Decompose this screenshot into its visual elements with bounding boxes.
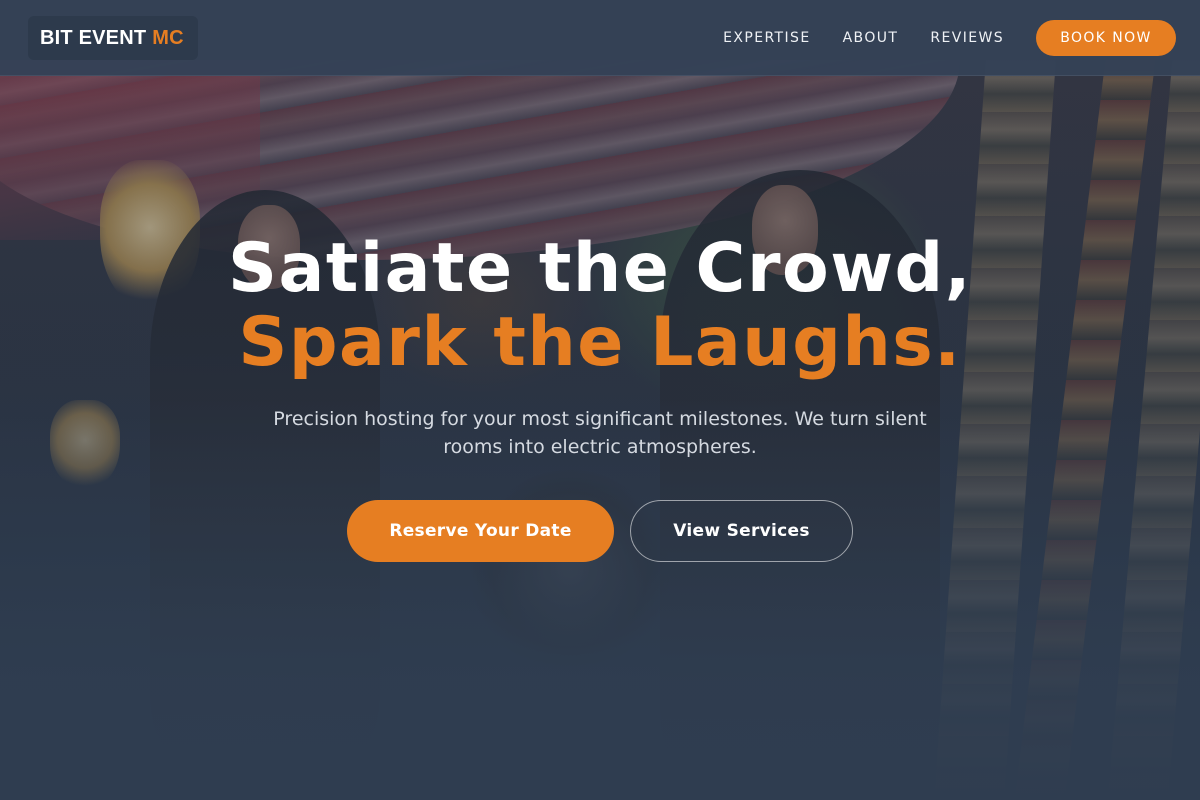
main-nav: EXPERTISE ABOUT REVIEWS BOOK NOW xyxy=(723,20,1176,56)
hero-section: Satiate the Crowd, Spark the Laughs. Pre… xyxy=(0,0,1200,800)
site-header: BIT EVENT MC EXPERTISE ABOUT REVIEWS BOO… xyxy=(0,0,1200,76)
book-now-button[interactable]: BOOK NOW xyxy=(1036,20,1176,56)
hero-subtext: Precision hosting for your most signific… xyxy=(273,408,927,458)
view-services-button[interactable]: View Services xyxy=(630,500,853,562)
reserve-date-button[interactable]: Reserve Your Date xyxy=(347,500,614,562)
hero-cta-group: Reserve Your Date View Services xyxy=(0,500,1200,562)
nav-link-about[interactable]: ABOUT xyxy=(843,30,899,46)
nav-link-reviews[interactable]: REVIEWS xyxy=(930,30,1004,46)
brand-name-accent: MC xyxy=(152,26,184,49)
headline-line-2: Spark the Laughs. xyxy=(238,303,962,382)
brand-name: BIT EVENT xyxy=(40,26,147,49)
headline-line-1: Satiate the Crowd, xyxy=(227,229,973,308)
brand-logo[interactable]: BIT EVENT MC xyxy=(28,16,198,60)
hero-headline: Satiate the Crowd, Spark the Laughs. xyxy=(0,232,1200,380)
nav-link-expertise[interactable]: EXPERTISE xyxy=(723,30,810,46)
